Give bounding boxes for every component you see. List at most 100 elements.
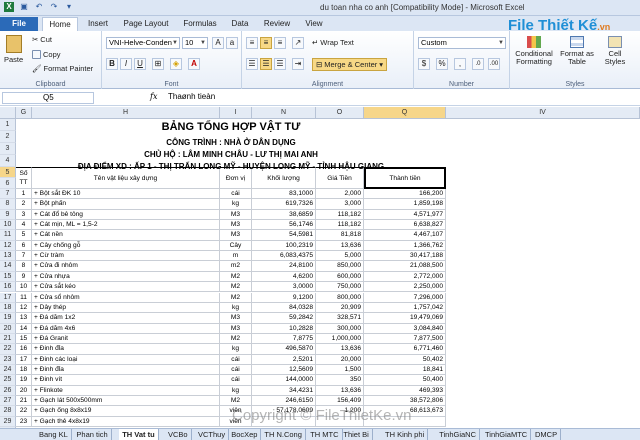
decrease-decimal-icon[interactable]: .00 xyxy=(488,58,500,70)
row-header[interactable]: 24 xyxy=(0,364,16,376)
table-cell[interactable]: 38,6859 xyxy=(252,209,316,221)
table-cell[interactable]: kg xyxy=(220,385,252,396)
table-cell[interactable]: 156,409 xyxy=(316,396,364,407)
tab-insert[interactable]: Insert xyxy=(82,17,114,31)
table-cell[interactable]: 3 xyxy=(16,209,32,221)
table-cell[interactable]: 100,2319 xyxy=(252,240,316,252)
table-cell[interactable]: 5,000 xyxy=(316,251,364,262)
table-cell[interactable]: 496,5870 xyxy=(252,344,316,355)
table-cell[interactable]: 24,8100 xyxy=(252,261,316,272)
table-cell[interactable]: + Bột phấn xyxy=(32,199,220,210)
row-header[interactable]: 21 xyxy=(0,333,16,345)
table-cell[interactable]: kg xyxy=(220,344,252,355)
sheet-tab[interactable]: TinhGiaMTC xyxy=(482,429,532,440)
table-cell[interactable]: 20,000 xyxy=(316,354,364,365)
table-cell[interactable]: M2 xyxy=(220,396,252,407)
table-cell[interactable]: 6 xyxy=(16,240,32,252)
table-cell[interactable]: M2 xyxy=(220,333,252,345)
conditional-formatting-button[interactable]: Conditional Formatting xyxy=(512,36,556,66)
align-middle-icon[interactable]: ≡ xyxy=(260,37,272,49)
row-header[interactable]: 18 xyxy=(0,302,16,314)
table-cell[interactable]: 750,000 xyxy=(316,282,364,293)
row-header[interactable]: 6 xyxy=(0,178,16,189)
table-cell[interactable]: + Cừ tràm xyxy=(32,251,220,262)
underline-button[interactable]: U xyxy=(134,58,146,70)
row-header[interactable]: 28 xyxy=(0,406,16,417)
redo-icon[interactable]: ↷ xyxy=(49,2,59,12)
table-cell[interactable]: cái xyxy=(220,375,252,386)
table-cell[interactable]: 34,4231 xyxy=(252,385,316,396)
column-header-n[interactable]: N xyxy=(252,107,316,119)
table-cell[interactable]: 3,084,840 xyxy=(364,323,446,334)
cut-button[interactable]: ✂ Cut xyxy=(32,35,52,44)
sheet-tab[interactable]: Phan tich xyxy=(73,429,112,440)
sheet-tab[interactable]: VCThuy xyxy=(195,429,230,440)
table-cell[interactable]: 84,0328 xyxy=(252,302,316,314)
table-cell[interactable]: cái xyxy=(220,354,252,365)
table-cell[interactable]: + Gạch lát 500x500mm xyxy=(32,396,220,407)
table-cell[interactable]: 12,5609 xyxy=(252,364,316,376)
row-header[interactable]: 7 xyxy=(0,189,16,200)
table-cell[interactable]: + Đá dăm 1x2 xyxy=(32,313,220,324)
table-cell[interactable]: 15 xyxy=(16,333,32,345)
table-cell[interactable]: M2 xyxy=(220,292,252,303)
table-cell[interactable]: 22 xyxy=(16,406,32,417)
save-icon[interactable]: ▣ xyxy=(19,2,29,12)
table-cell[interactable]: 144,0000 xyxy=(252,375,316,386)
table-cell[interactable]: M3 xyxy=(220,230,252,241)
table-cell[interactable]: + Cửa đi nhôm xyxy=(32,261,220,272)
table-cell[interactable]: + Cát nền xyxy=(32,230,220,241)
formula-input[interactable]: Thaønh tieàn xyxy=(168,92,215,101)
row-header[interactable]: 26 xyxy=(0,385,16,396)
table-cell[interactable]: M3 xyxy=(220,220,252,231)
table-cell[interactable]: 1 xyxy=(16,189,32,200)
table-cell[interactable]: 9,1200 xyxy=(252,292,316,303)
table-cell[interactable]: 6,083,4375 xyxy=(252,251,316,262)
table-cell[interactable]: M3 xyxy=(220,313,252,324)
table-cell[interactable]: 19,479,069 xyxy=(364,313,446,324)
font-size-combo[interactable]: 10 ▼ xyxy=(182,37,208,49)
table-cell[interactable]: 12 xyxy=(16,302,32,314)
table-cell[interactable]: 21,088,500 xyxy=(364,261,446,272)
row-header[interactable]: 12 xyxy=(0,240,16,252)
shrink-font-icon[interactable]: a xyxy=(226,37,238,49)
sheet-tab[interactable]: TH Vat tu xyxy=(119,429,159,440)
table-cell[interactable]: + Đinh vít xyxy=(32,375,220,386)
row-header[interactable]: 23 xyxy=(0,354,16,365)
table-cell[interactable]: 14 xyxy=(16,323,32,334)
borders-icon[interactable]: ⊞ xyxy=(152,58,164,70)
format-painter-button[interactable]: 🖌 Format Painter xyxy=(32,64,93,73)
table-cell[interactable]: 23 xyxy=(16,416,32,428)
table-cell[interactable]: 7,877,500 xyxy=(364,333,446,345)
table-cell[interactable]: 2 xyxy=(16,199,32,210)
table-cell[interactable]: + Đinh các loại xyxy=(32,354,220,365)
table-cell[interactable]: 600,000 xyxy=(316,271,364,283)
table-cell[interactable]: 300,000 xyxy=(316,323,364,334)
tab-formulas[interactable]: Formulas xyxy=(178,17,222,31)
table-cell[interactable]: 7,296,000 xyxy=(364,292,446,303)
table-cell[interactable]: + Cửa nhựa xyxy=(32,271,220,283)
table-cell[interactable]: + Cát mịn, ML = 1,5-2 xyxy=(32,220,220,231)
align-top-icon[interactable]: ≡ xyxy=(246,37,258,49)
align-bottom-icon[interactable]: ≡ xyxy=(274,37,286,49)
row-header[interactable]: 25 xyxy=(0,375,16,386)
table-cell[interactable]: 1,859,198 xyxy=(364,199,446,210)
table-cell[interactable]: + Đinh đỉa xyxy=(32,344,220,355)
percent-button[interactable]: % xyxy=(436,58,448,70)
merge-center-button[interactable]: ⊟ Merge & Center ▾ xyxy=(312,58,388,71)
column-header-q[interactable]: Q xyxy=(364,107,446,119)
row-header[interactable]: 11 xyxy=(0,230,16,241)
table-cell[interactable]: 246,6150 xyxy=(252,396,316,407)
table-cell[interactable]: 13,636 xyxy=(316,385,364,396)
table-cell[interactable]: kg xyxy=(220,199,252,210)
sheet-tab[interactable]: BocXep xyxy=(228,429,262,440)
grow-font-icon[interactable]: A xyxy=(212,37,224,49)
font-color-icon[interactable]: A xyxy=(188,58,200,70)
table-cell[interactable]: 38,572,806 xyxy=(364,396,446,407)
table-cell[interactable]: cái xyxy=(220,189,252,200)
paste-button[interactable]: Paste xyxy=(4,35,23,64)
table-cell[interactable]: 469,393 xyxy=(364,385,446,396)
undo-icon[interactable]: ↶ xyxy=(34,2,44,12)
table-cell[interactable]: 2,000 xyxy=(316,189,364,200)
sheet-tab[interactable]: TH N.Cong xyxy=(261,429,306,440)
